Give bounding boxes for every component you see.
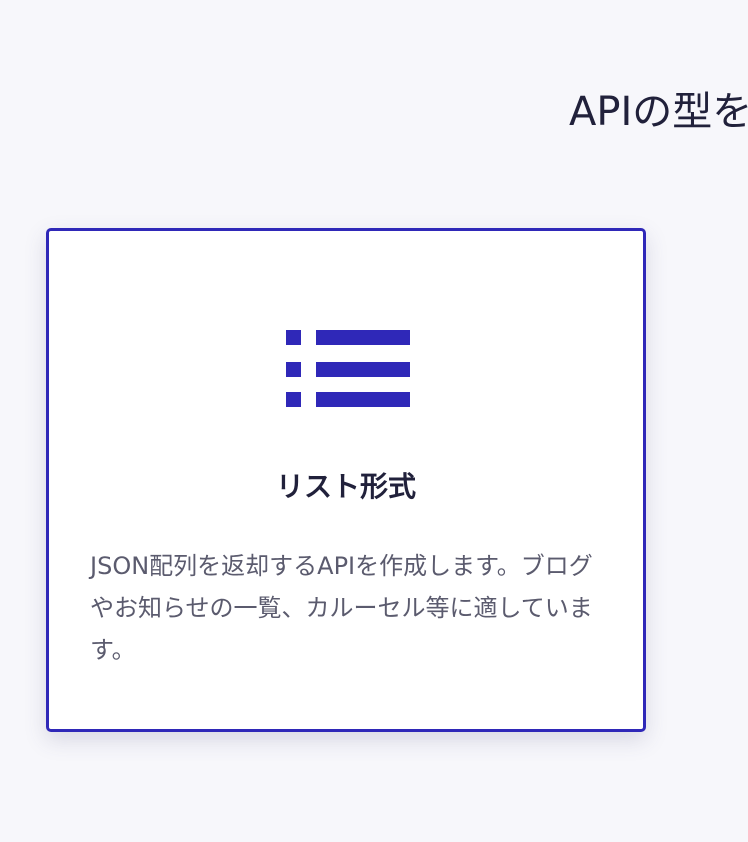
list-icon	[286, 330, 410, 407]
card-title: リスト形式	[275, 470, 416, 503]
card-description: JSON配列を返却するAPIを作成します。ブログやお知らせの一覧、カルーセル等に…	[90, 552, 593, 664]
page-title: APIの型を	[569, 89, 748, 135]
list-format-option-card[interactable]: リスト形式 JSON配列を返却するAPIを作成します。ブログやお知らせの一覧、カ…	[46, 228, 646, 732]
